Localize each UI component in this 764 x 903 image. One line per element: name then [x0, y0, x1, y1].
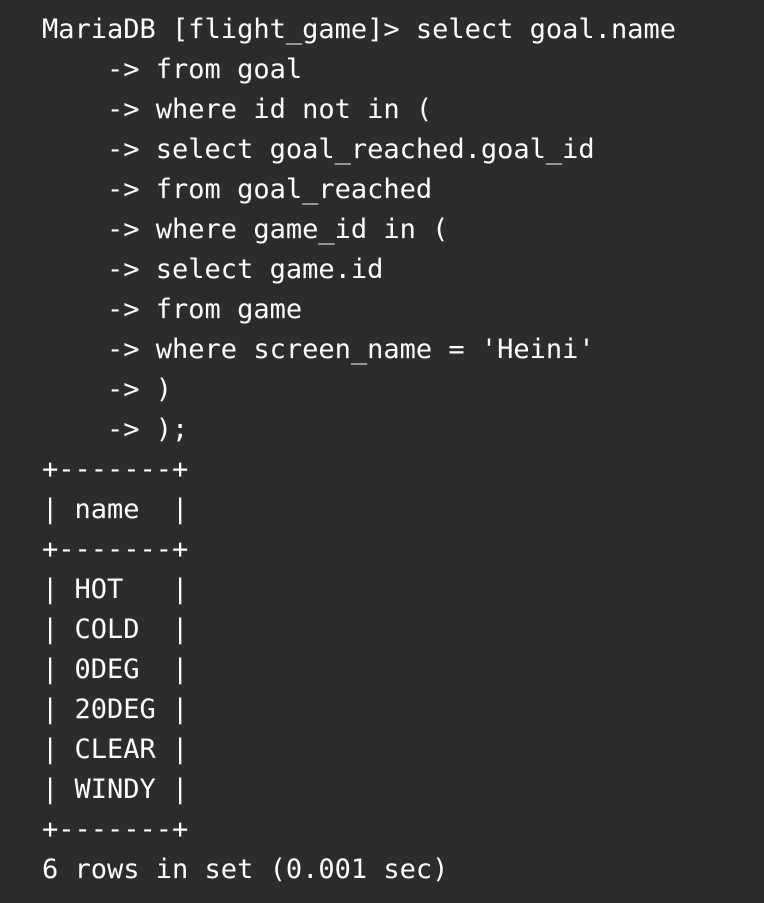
query-continuation-line: -> )	[42, 374, 173, 405]
result-table-row: | COLD |	[42, 614, 189, 645]
result-table-border: +-------+	[42, 534, 189, 565]
query-continuation-line: -> from goal_reached	[42, 174, 433, 205]
prompt-line: MariaDB [flight_game]> select goal.name	[42, 14, 676, 45]
query-continuation-line: -> select goal_reached.goal_id	[42, 134, 595, 165]
query-continuation-line: -> where game_id in (	[42, 214, 449, 245]
result-table-row: | HOT |	[42, 574, 189, 605]
result-table-row: | 0DEG |	[42, 654, 189, 685]
result-table-border: +-------+	[42, 454, 189, 485]
result-table-header: | name |	[42, 494, 189, 525]
result-summary-line: 6 rows in set (0.001 sec)	[42, 854, 449, 885]
result-table-border: +-------+	[42, 814, 189, 845]
query-continuation-line: -> from game	[42, 294, 303, 325]
query-continuation-line: -> select game.id	[42, 254, 384, 285]
terminal-window: MariaDB [flight_game]> select goal.name …	[0, 0, 764, 903]
query-continuation-line: -> from goal	[42, 54, 303, 85]
query-continuation-line: -> where screen_name = 'Heini'	[42, 334, 595, 365]
result-table-row: | CLEAR |	[42, 734, 189, 765]
query-continuation-line: -> );	[42, 414, 189, 445]
result-table-row: | WINDY |	[42, 774, 189, 805]
result-table-row: | 20DEG |	[42, 694, 189, 725]
query-continuation-line: -> where id not in (	[42, 94, 433, 125]
